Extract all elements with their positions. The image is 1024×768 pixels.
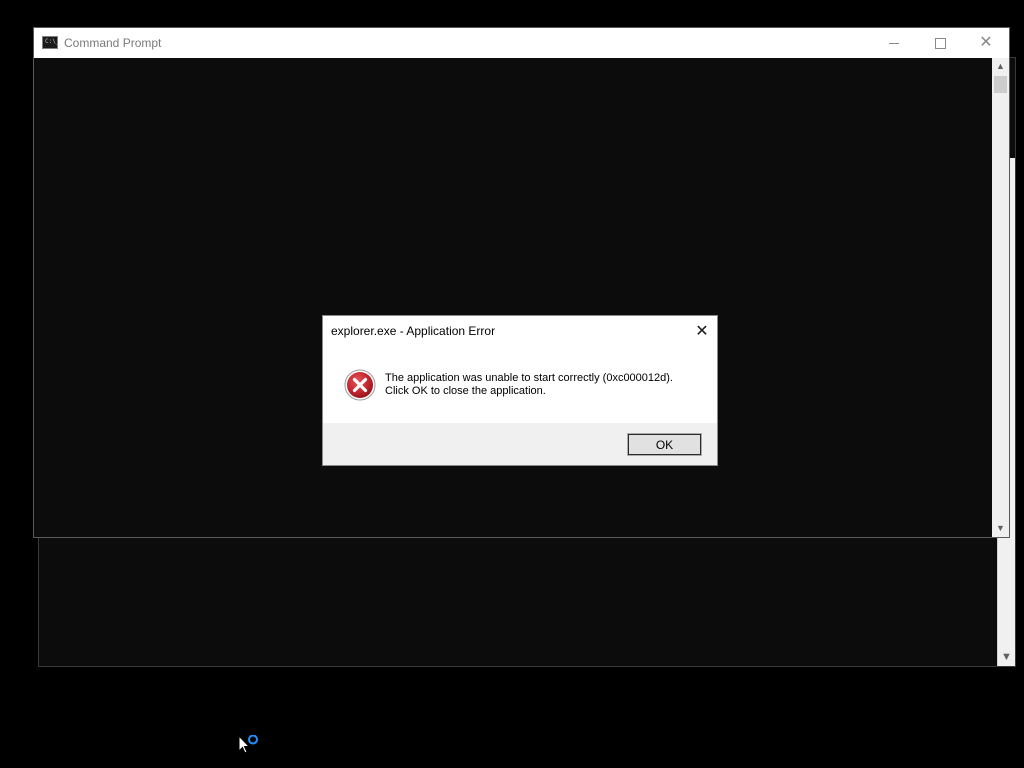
dialog-footer: OK [323, 423, 717, 465]
close-button[interactable]: ✕ [963, 28, 1009, 58]
application-error-dialog: explorer.exe - Application Error ✕ The a… [322, 315, 718, 466]
background-scroll-down-icon[interactable]: ▼ [998, 650, 1015, 664]
maximize-button[interactable] [917, 28, 963, 58]
dialog-close-button[interactable]: ✕ [687, 316, 717, 346]
ok-button[interactable]: OK [627, 433, 702, 456]
message-line-2: Click OK to close the application. [385, 385, 546, 397]
close-icon: ✕ [695, 323, 709, 340]
maximize-icon [934, 37, 946, 49]
minimize-button[interactable] [871, 28, 917, 58]
desktop: ▼ C:\_ Command Prompt ✕ ▲ ▼ explorer.exe… [0, 0, 1024, 768]
minimize-icon [889, 42, 899, 44]
scroll-up-icon[interactable]: ▲ [992, 58, 1009, 75]
command-prompt-icon: C:\_ [42, 36, 59, 49]
message-line-1: The application was unable to start corr… [385, 372, 673, 384]
scroll-down-icon[interactable]: ▼ [992, 520, 1009, 537]
busy-cursor-icon [238, 735, 258, 754]
vertical-scrollbar[interactable]: ▲ ▼ [992, 58, 1009, 537]
title-bar[interactable]: C:\_ Command Prompt ✕ [34, 28, 1009, 58]
window-title: Command Prompt [64, 36, 162, 50]
dialog-title: explorer.exe - Application Error [331, 324, 496, 338]
scroll-thumb[interactable] [994, 76, 1007, 93]
close-icon: ✕ [979, 34, 993, 51]
dialog-message: The application was unable to start corr… [385, 372, 705, 398]
error-icon [344, 369, 376, 401]
